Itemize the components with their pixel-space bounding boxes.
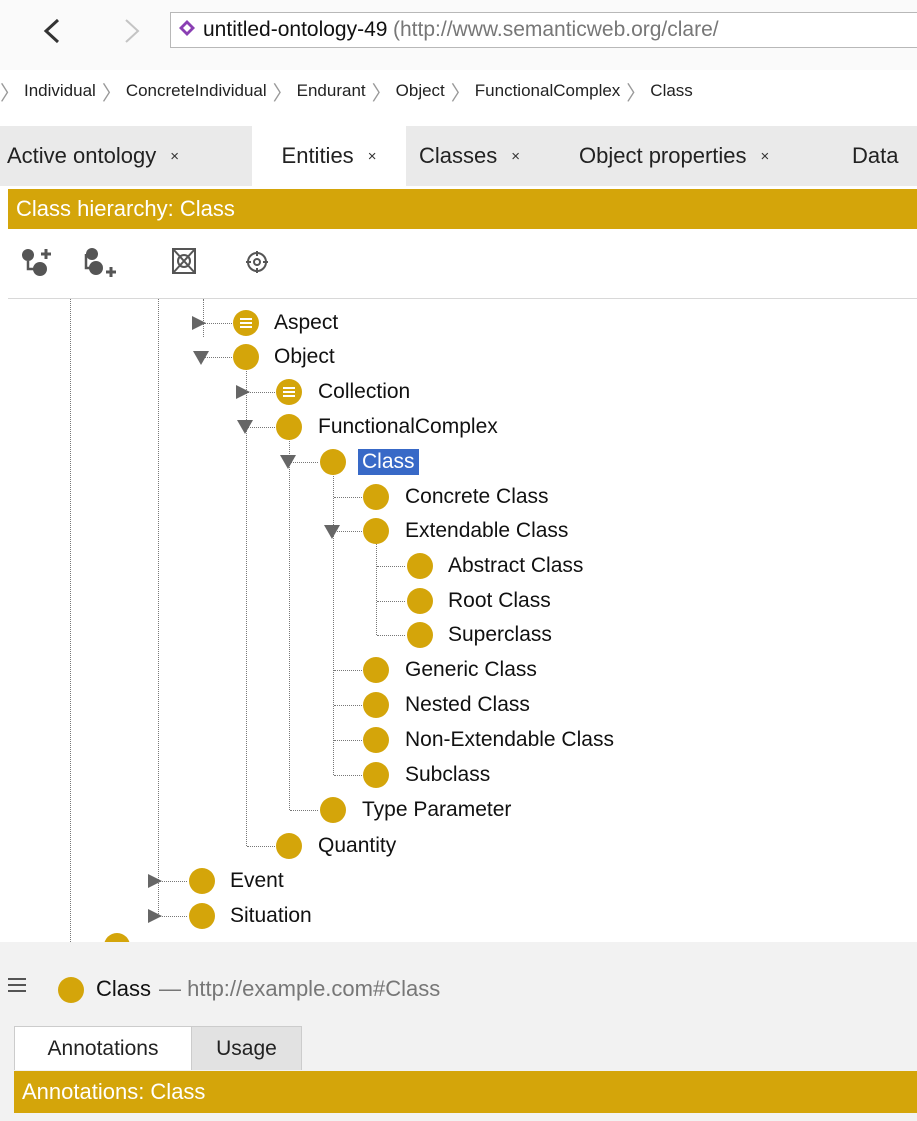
menu-icon[interactable] <box>8 978 26 996</box>
expand-toggle-icon[interactable] <box>236 385 250 399</box>
ontology-name: untitled-ontology-49 <box>203 18 388 41</box>
breadcrumb: 〉 Individual 〉 ConcreteIndividual 〉 Enduran… <box>0 74 693 108</box>
annotations-header: Annotations: Class <box>14 1071 917 1113</box>
tree-item-object[interactable]: Object <box>274 344 335 370</box>
collapse-toggle-icon[interactable] <box>193 351 209 365</box>
breadcrumb-item[interactable]: 〉 FunctionalComplex <box>445 77 621 106</box>
chevron-right-icon: 〉 <box>371 80 392 105</box>
tab-bar: Active ontology × Entities × Classes × Obje… <box>0 126 917 186</box>
class-icon <box>104 933 130 942</box>
expand-toggle-icon[interactable] <box>192 316 206 330</box>
tree-item-concrete-class[interactable]: Concrete Class <box>405 484 549 510</box>
ontology-icon <box>179 20 195 36</box>
tree-item-aspect[interactable]: Aspect <box>274 310 338 336</box>
tab-annotations[interactable]: Annotations <box>14 1026 192 1070</box>
class-icon <box>320 449 346 475</box>
collapse-toggle-icon[interactable] <box>237 420 253 434</box>
class-icon <box>363 762 389 788</box>
class-icon <box>363 727 389 753</box>
add-sibling-icon[interactable] <box>82 245 120 281</box>
class-icon <box>363 657 389 683</box>
tree-item-subclass[interactable]: Subclass <box>405 762 490 788</box>
tree-item-situation[interactable]: Situation <box>230 903 312 929</box>
close-icon[interactable]: × <box>761 148 770 165</box>
selected-entity-name: Class <box>96 976 152 1001</box>
class-icon <box>189 868 215 894</box>
class-hierarchy-tree: Aspect Object Collection FunctionalCompl… <box>0 299 917 942</box>
chevron-right-icon: 〉 <box>450 80 471 105</box>
class-icon <box>58 977 84 1003</box>
tab-object-properties[interactable]: Object properties × <box>579 126 769 186</box>
tree-item-type-parameter[interactable]: Type Parameter <box>362 797 511 823</box>
class-icon <box>363 692 389 718</box>
defined-class-icon <box>276 379 302 405</box>
class-icon <box>407 588 433 614</box>
class-icon <box>363 484 389 510</box>
tree-item-functionalcomplex[interactable]: FunctionalComplex <box>318 414 498 440</box>
class-icon <box>407 622 433 648</box>
collapse-toggle-icon[interactable] <box>280 455 296 469</box>
close-icon[interactable]: × <box>511 148 520 165</box>
tree-guide <box>70 299 71 942</box>
tab-entities[interactable]: Entities × <box>252 126 406 186</box>
class-icon <box>189 903 215 929</box>
tree-item-nested-class[interactable]: Nested Class <box>405 692 530 718</box>
tree-item-class-selected[interactable]: Class <box>358 449 419 475</box>
class-icon <box>276 833 302 859</box>
class-icon <box>363 518 389 544</box>
tree-guide <box>289 435 290 810</box>
close-icon[interactable]: × <box>368 148 377 165</box>
tree-item-abstract-class[interactable]: Abstract Class <box>448 553 583 579</box>
chevron-right-icon: 〉 <box>272 80 293 105</box>
class-icon <box>233 344 259 370</box>
tree-guide <box>158 299 159 916</box>
tree-item-event[interactable]: Event <box>230 868 284 894</box>
tree-item-quantity[interactable]: Quantity <box>318 833 396 859</box>
tree-guide <box>333 470 334 775</box>
find-icon[interactable] <box>244 249 270 275</box>
tree-guide <box>376 539 377 635</box>
selected-entity-iri: — http://example.com#Class <box>159 976 441 1001</box>
breadcrumb-item[interactable]: 〉 ConcreteIndividual <box>96 77 267 106</box>
tab-usage[interactable]: Usage <box>192 1026 302 1070</box>
add-subclass-icon[interactable] <box>20 245 54 279</box>
tree-item-root-class[interactable]: Root Class <box>448 588 551 614</box>
breadcrumb-item[interactable]: 〉 Individual <box>0 77 96 106</box>
tab-data-properties[interactable]: Data <box>852 126 898 186</box>
breadcrumb-item[interactable]: 〉 Object <box>366 77 445 106</box>
defined-class-icon <box>233 310 259 336</box>
tree-item-generic-class[interactable]: Generic Class <box>405 657 537 683</box>
forward-button[interactable] <box>120 14 144 54</box>
breadcrumb-item[interactable]: 〉 Class <box>620 77 693 106</box>
collapse-toggle-icon[interactable] <box>324 525 340 539</box>
breadcrumb-item[interactable]: 〉 Endurant <box>267 77 366 106</box>
class-icon <box>407 553 433 579</box>
hierarchy-toolbar <box>8 232 917 299</box>
tree-item-superclass[interactable]: Superclass <box>448 622 552 648</box>
class-hierarchy-header: Class hierarchy: Class <box>8 189 917 229</box>
ontology-iri: (http://www.semanticweb.org/clare/ <box>393 18 719 41</box>
tab-active-ontology[interactable]: Active ontology × <box>7 126 179 186</box>
ontology-selector[interactable]: untitled-ontology-49 (http://www.semanti… <box>170 12 917 48</box>
chevron-right-icon: 〉 <box>626 80 647 105</box>
expand-toggle-icon[interactable] <box>148 874 162 888</box>
tree-item-non-extendable-class[interactable]: Non-Extendable Class <box>405 727 614 753</box>
tab-classes[interactable]: Classes × <box>419 126 520 186</box>
chevron-right-icon: 〉 <box>0 80 20 105</box>
expand-toggle-icon[interactable] <box>148 909 162 923</box>
back-button[interactable] <box>40 14 64 54</box>
tree-item-extendable-class[interactable]: Extendable Class <box>405 518 568 544</box>
class-icon <box>276 414 302 440</box>
delete-class-icon[interactable] <box>170 247 198 277</box>
class-icon <box>320 797 346 823</box>
close-icon[interactable]: × <box>170 148 179 165</box>
tree-guide <box>246 365 247 846</box>
tree-item-collection[interactable]: Collection <box>318 379 410 405</box>
chevron-right-icon: 〉 <box>101 80 122 105</box>
